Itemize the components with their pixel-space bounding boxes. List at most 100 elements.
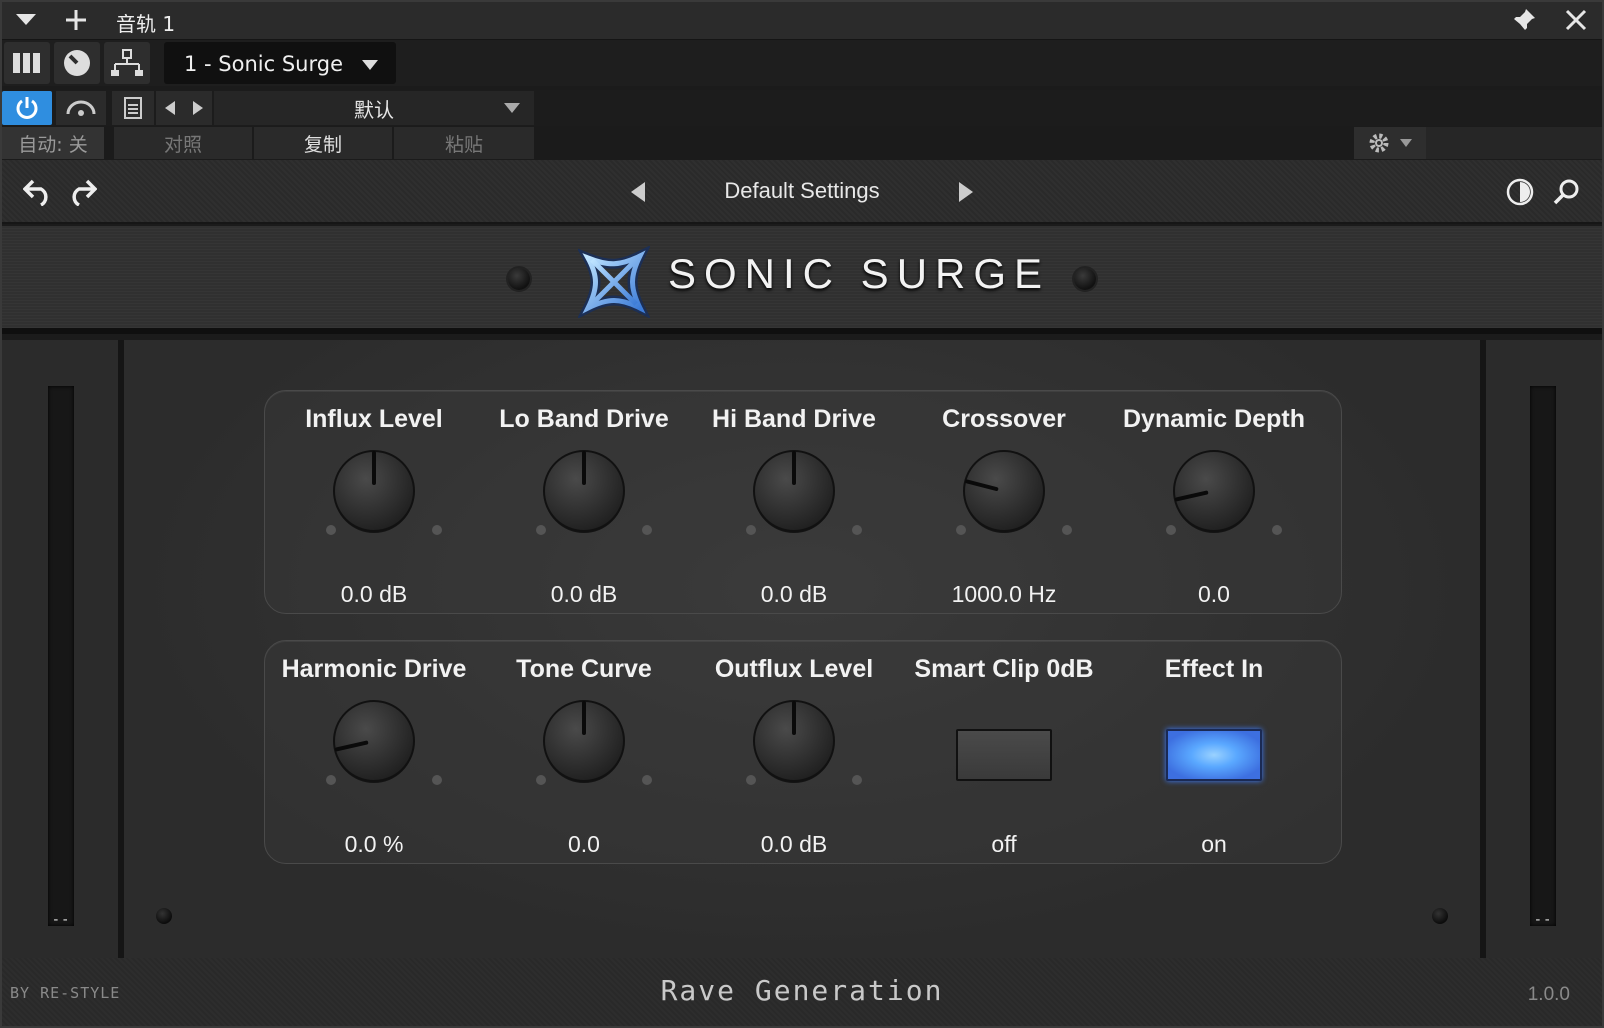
input-meter-panel: --	[0, 340, 118, 958]
harmonic-drive-min-dot	[326, 775, 336, 785]
sonic-surge-logo-icon	[578, 246, 650, 318]
plugin-main: -- Influx Level 0.0 dB Lo Band Drive 0.0 dB…	[0, 340, 1604, 958]
lo-band-drive-label: Lo Band Drive	[499, 405, 669, 433]
host-preset-dropdown[interactable]: 默认	[214, 91, 534, 125]
monitor-arc-icon[interactable]	[56, 91, 106, 125]
screw-right	[1074, 268, 1096, 290]
dynamic-depth-label: Dynamic Depth	[1123, 405, 1305, 433]
plugin-header: SONIC SURGE	[0, 226, 1604, 334]
influx-level-min-dot	[326, 525, 336, 535]
next-preset-icon[interactable]	[184, 91, 212, 125]
tone-curve-label: Tone Curve	[516, 655, 652, 683]
dynamic-depth-knob[interactable]	[1172, 449, 1256, 533]
hi-band-drive-knob[interactable]	[752, 449, 836, 533]
maker-logo-text: Rave Generation	[660, 974, 944, 1007]
control-tone-curve: Tone Curve 0.0	[479, 641, 689, 865]
hi-band-drive-value: 0.0 dB	[760, 581, 828, 607]
mixer-bars-icon[interactable]	[4, 42, 50, 84]
host-title-bar: 音轨 1	[0, 0, 1604, 40]
routing-icon[interactable]	[104, 42, 150, 84]
chevron-down-icon	[1400, 139, 1412, 147]
influx-level-label: Influx Level	[305, 405, 443, 433]
crossover-label: Crossover	[942, 405, 1066, 433]
lo-band-drive-max-dot	[642, 525, 652, 535]
crossover-knob[interactable]	[962, 449, 1046, 533]
hi-band-drive-label: Hi Band Drive	[712, 405, 876, 433]
crossover-min-dot	[956, 525, 966, 535]
host-action-bar: 自动: 关 对照 复制 粘贴	[0, 126, 1604, 160]
contrast-icon[interactable]	[1500, 174, 1540, 210]
control-influx-level: Influx Level 0.0 dB	[269, 391, 479, 615]
tone-curve-min-dot	[536, 775, 546, 785]
chevron-down-icon	[504, 103, 520, 113]
track-name: 音轨 1	[116, 12, 176, 36]
outflux-level-knob[interactable]	[752, 699, 836, 783]
power-icon[interactable]	[2, 91, 52, 125]
harmonic-drive-max-dot	[432, 775, 442, 785]
control-dynamic-depth: Dynamic Depth 0.0	[1109, 391, 1319, 615]
harmonic-drive-value: 0.0 %	[344, 831, 404, 857]
lo-band-drive-min-dot	[536, 525, 546, 535]
controls-panel: Influx Level 0.0 dB Lo Band Drive 0.0 dB Hi …	[124, 340, 1480, 958]
tone-curve-value: 0.0	[568, 831, 600, 857]
output-meter-panel: --	[1486, 340, 1604, 958]
collapse-chevron-icon[interactable]	[6, 0, 46, 40]
crossover-value: 1000.0 Hz	[951, 581, 1057, 607]
influx-level-knob[interactable]	[332, 449, 416, 533]
controls-row-2: Harmonic Drive 0.0 % Tone Curve 0.0 Outflux …	[264, 640, 1342, 864]
input-meter-readout: --	[51, 912, 71, 928]
automation-button[interactable]: 自动: 关	[2, 127, 104, 159]
tone-curve-knob[interactable]	[542, 699, 626, 783]
tone-curve-max-dot	[642, 775, 652, 785]
dial-icon[interactable]	[54, 42, 100, 84]
control-lo-band-drive: Lo Band Drive 0.0 dB	[479, 391, 689, 615]
smart-clip-0db-label: Smart Clip 0dB	[914, 655, 1094, 683]
effect-in-value: on	[1201, 831, 1227, 857]
paste-button[interactable]: 粘贴	[394, 127, 534, 159]
host-settings-button[interactable]	[1354, 127, 1426, 159]
host-preset-bar: 默认	[0, 90, 1604, 126]
compare-button[interactable]: 对照	[114, 127, 252, 159]
host-blank-area	[1426, 127, 1604, 159]
smart-clip-0db-value: off	[991, 831, 1017, 857]
add-plus-icon[interactable]	[56, 0, 96, 40]
version-text: 1.0.0	[1527, 984, 1570, 1005]
harmonic-drive-knob[interactable]	[332, 699, 416, 783]
outflux-level-label: Outflux Level	[714, 655, 874, 683]
host-plugin-bar: 1 - Sonic Surge	[0, 40, 1604, 86]
hi-band-drive-min-dot	[746, 525, 756, 535]
lo-band-drive-value: 0.0 dB	[550, 581, 618, 607]
effect-in-label: Effect In	[1164, 655, 1264, 683]
control-hi-band-drive: Hi Band Drive 0.0 dB	[689, 391, 899, 615]
hi-band-drive-max-dot	[852, 525, 862, 535]
outflux-level-max-dot	[852, 775, 862, 785]
panel-screw-left	[156, 908, 172, 924]
input-level-meter: --	[48, 386, 74, 928]
close-icon[interactable]	[1556, 0, 1596, 40]
chevron-down-icon	[362, 60, 378, 70]
control-harmonic-drive: Harmonic Drive 0.0 %	[269, 641, 479, 865]
preset-file-icon[interactable]	[112, 91, 154, 125]
pin-icon[interactable]	[1504, 0, 1544, 40]
next-preset-arrow-icon[interactable]	[946, 174, 986, 210]
prev-preset-icon[interactable]	[156, 91, 184, 125]
screw-left	[508, 268, 530, 290]
outflux-level-min-dot	[746, 775, 756, 785]
copy-button[interactable]: 复制	[254, 127, 392, 159]
smart-clip-0db-toggle[interactable]	[956, 729, 1052, 781]
dynamic-depth-value: 0.0	[1198, 581, 1230, 607]
dynamic-depth-max-dot	[1272, 525, 1282, 535]
panel-screw-right	[1432, 908, 1448, 924]
plugin-footer: BY RE-STYLE Rave Generation 1.0.0	[0, 958, 1604, 1028]
plugin-selector[interactable]: 1 - Sonic Surge	[164, 42, 396, 84]
host-preset-label: 默认	[354, 97, 394, 122]
outflux-level-value: 0.0 dB	[760, 831, 828, 857]
crossover-max-dot	[1062, 525, 1072, 535]
plugin-preset-name[interactable]: Default Settings	[0, 178, 1604, 204]
effect-in-toggle[interactable]	[1166, 729, 1262, 781]
plugin-toolbar: Default Settings	[0, 160, 1604, 224]
dynamic-depth-min-dot	[1166, 525, 1176, 535]
control-smart-clip-0db: Smart Clip 0dB off	[899, 641, 1109, 865]
zoom-icon[interactable]	[1546, 174, 1586, 210]
lo-band-drive-knob[interactable]	[542, 449, 626, 533]
